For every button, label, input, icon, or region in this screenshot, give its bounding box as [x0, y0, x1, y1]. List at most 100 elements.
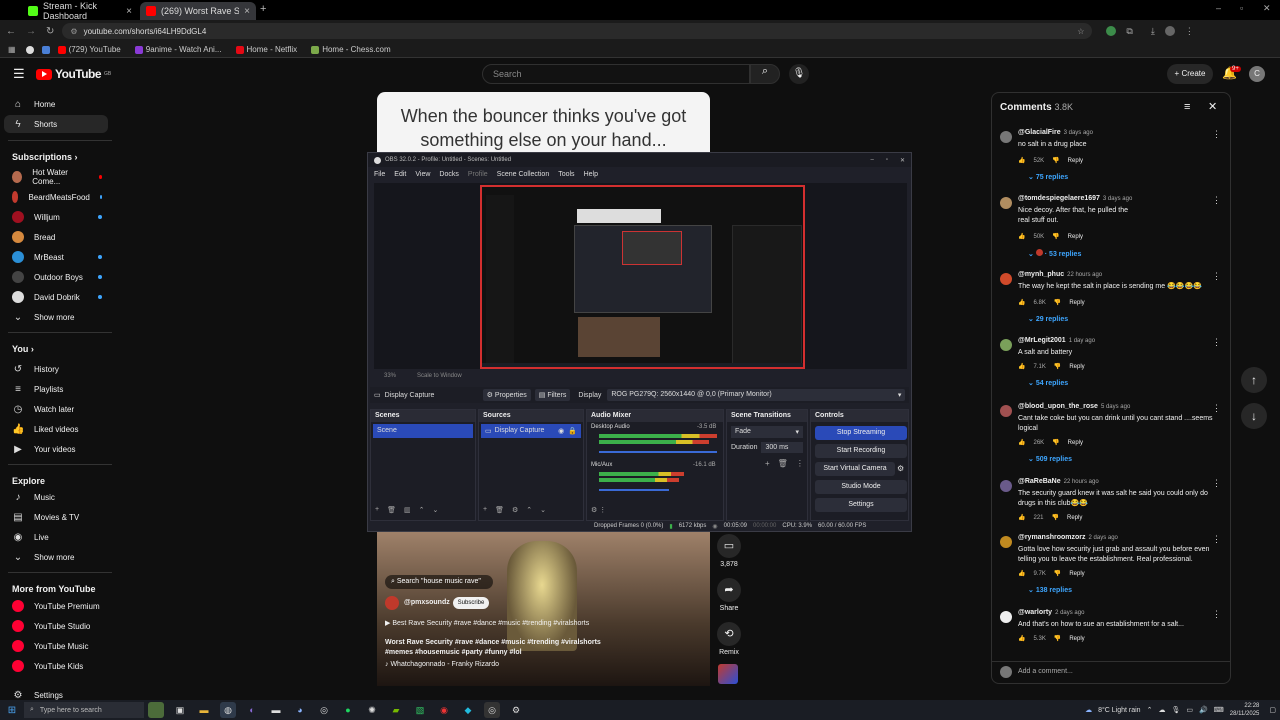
menu-file[interactable]: File: [374, 171, 385, 178]
windows-start-icon[interactable]: ⊞: [4, 702, 20, 718]
thumbs-up-icon[interactable]: 👍: [1018, 233, 1025, 240]
discord-icon[interactable]: [41, 45, 50, 54]
menu-dots-icon[interactable]: ⋮: [1212, 609, 1221, 620]
short-video-bottom[interactable]: ⌕ Search "house music rave" @pmxsoundz S…: [377, 531, 710, 686]
menu-dots-icon[interactable]: ⋮: [1185, 26, 1194, 37]
sub-item[interactable]: David Dobrik: [4, 288, 108, 306]
volume-icon[interactable]: 🔊: [1199, 706, 1208, 714]
close-icon[interactable]: ×: [244, 6, 250, 17]
sub-item[interactable]: Willjum: [4, 208, 108, 226]
sidebar-item-settings[interactable]: ⚙ Settings: [4, 690, 108, 700]
obs-icon[interactable]: ◎: [316, 702, 332, 718]
settings-icon[interactable]: ⚙ ⋮: [591, 506, 606, 514]
clock[interactable]: 22:28 28/11/2025: [1230, 702, 1260, 718]
task-view-icon[interactable]: ▣: [172, 702, 188, 718]
bookmark-youtube[interactable]: (729) YouTube: [57, 45, 121, 54]
chrome-icon[interactable]: ◉: [436, 702, 452, 718]
gear-icon[interactable]: ⚙: [897, 464, 904, 473]
mic-icon[interactable]: 🎙: [1171, 706, 1180, 714]
reply-button[interactable]: Reply: [1069, 364, 1084, 370]
comment-author[interactable]: @RaReBaNe: [1018, 478, 1061, 485]
sidebar-item-liked[interactable]: 👍 Liked videos: [4, 420, 108, 438]
sidebar-item-live[interactable]: ◉ Live: [4, 528, 108, 546]
scene-item[interactable]: Scene: [373, 424, 473, 438]
gear-icon[interactable]: ⚙: [508, 702, 524, 718]
thumbs-up-icon[interactable]: 👍: [1018, 157, 1025, 164]
thumbs-up-icon[interactable]: 👍: [1018, 514, 1025, 521]
minimize-icon[interactable]: –: [1216, 3, 1221, 13]
chevron-up-icon[interactable]: ⌃: [419, 506, 425, 514]
view-replies[interactable]: ⌄ · 53 replies: [1028, 249, 1081, 258]
thumbs-up-icon[interactable]: 👍: [1018, 299, 1025, 306]
thumbs-down-icon[interactable]: 👎: [1054, 299, 1061, 306]
maximize-icon[interactable]: ▫: [886, 157, 888, 163]
menu-dots-icon[interactable]: ⋮: [1212, 271, 1221, 282]
sidebar-item-watch-later[interactable]: ◷ Watch later: [4, 400, 108, 418]
thumbs-down-icon[interactable]: 👎: [1054, 570, 1061, 577]
thumbs-up-icon[interactable]: 👍: [1018, 439, 1025, 446]
close-icon[interactable]: ×: [126, 6, 132, 17]
eye-icon[interactable]: ◉: [558, 427, 564, 435]
reply-button[interactable]: Reply: [1069, 636, 1084, 642]
properties-button[interactable]: ⚙ Properties: [482, 389, 531, 401]
close-icon[interactable]: ✕: [900, 157, 905, 164]
next-short-button[interactable]: ↓: [1241, 403, 1267, 429]
sub-item[interactable]: Bread: [4, 228, 108, 246]
reload-icon[interactable]: ↻: [46, 26, 54, 37]
show-more-subs[interactable]: ⌄ Show more: [4, 308, 108, 326]
view-replies[interactable]: ⌄ 29 replies: [1028, 315, 1068, 323]
display-select[interactable]: ROG PG279Q: 2560x1440 @ 0,0 (Primary Mon…: [607, 389, 906, 401]
channel-avatar[interactable]: [385, 596, 399, 610]
sidebar-item-studio[interactable]: YouTube Studio: [4, 617, 108, 635]
reply-button[interactable]: Reply: [1068, 440, 1083, 446]
language-icon[interactable]: ⌨: [1214, 706, 1224, 714]
menu-dots-icon[interactable]: ⋮: [1212, 129, 1221, 140]
new-tab-icon[interactable]: +: [260, 3, 266, 15]
app-icon[interactable]: ◆: [460, 702, 476, 718]
hamburger-menu-icon[interactable]: ☰: [13, 66, 25, 82]
filter-icon[interactable]: ▥: [404, 506, 411, 514]
commenter-avatar[interactable]: [1000, 405, 1012, 417]
bookmark-netflix[interactable]: Home - Netflix: [235, 45, 297, 54]
share-action[interactable]: ➦ Share: [714, 578, 744, 612]
extension-icon[interactable]: [1106, 26, 1117, 36]
trash-icon[interactable]: 🗑: [495, 506, 504, 514]
profile-icon[interactable]: [1164, 26, 1175, 36]
commenter-avatar[interactable]: [1000, 611, 1012, 623]
back-icon[interactable]: ←: [6, 26, 16, 37]
sound-link[interactable]: ♪ Whatchagonnado - Franky Rizardo: [385, 661, 499, 668]
menu-dots-icon[interactable]: ⋮: [1212, 403, 1221, 414]
thumbs-down-icon[interactable]: 👎: [1052, 514, 1059, 521]
close-window-icon[interactable]: ✕: [1263, 3, 1271, 14]
start-recording-button[interactable]: Start Recording: [815, 444, 907, 458]
forward-icon[interactable]: →: [26, 26, 36, 37]
thumbs-down-icon[interactable]: 👎: [1054, 363, 1061, 370]
search-button[interactable]: ⌕: [750, 64, 780, 84]
url-field[interactable]: ⚙ youtube.com/shorts/i64LH9DdGL4 ☆: [62, 23, 1093, 39]
site-info-icon[interactable]: ⚙: [70, 27, 77, 36]
menu-dots-icon[interactable]: ⋮: [1212, 534, 1221, 545]
start-virtual-camera-button[interactable]: Start Virtual Camera: [815, 462, 895, 476]
source-item[interactable]: ▭ Display Capture ◉ 🔒: [481, 424, 581, 438]
file-explorer-icon[interactable]: ▬: [196, 702, 212, 718]
chatgpt-icon[interactable]: ✺: [364, 702, 380, 718]
short-video-top[interactable]: When the bouncer thinks you've got somet…: [377, 92, 710, 152]
reply-button[interactable]: Reply: [1069, 571, 1084, 577]
comment-author[interactable]: @blood_upon_the_rose: [1018, 403, 1098, 410]
thumbs-up-icon[interactable]: 👍: [1018, 635, 1025, 642]
obs-preview[interactable]: 33% Scale to Window: [374, 183, 907, 379]
bookmark-9anime[interactable]: 9anime - Watch Ani...: [134, 45, 222, 54]
create-button[interactable]: + Create: [1167, 64, 1213, 84]
scale-mode[interactable]: Scale to Window: [417, 373, 462, 379]
thumbs-up-icon[interactable]: 👍: [1018, 570, 1025, 577]
plus-icon[interactable]: +: [375, 506, 379, 514]
thumbs-down-icon[interactable]: 👎: [1052, 233, 1059, 240]
menu-scene-collection[interactable]: Scene Collection: [497, 171, 550, 178]
menu-dots-icon[interactable]: ⋮: [1212, 195, 1221, 206]
subscribe-button[interactable]: Subscribe: [453, 597, 489, 609]
settings-button[interactable]: Settings: [815, 498, 907, 512]
plus-icon[interactable]: +: [765, 459, 770, 468]
commenter-avatar[interactable]: [1000, 273, 1012, 285]
sidebar-item-premium[interactable]: YouTube Premium: [4, 597, 108, 615]
minimize-icon[interactable]: –: [870, 157, 873, 163]
